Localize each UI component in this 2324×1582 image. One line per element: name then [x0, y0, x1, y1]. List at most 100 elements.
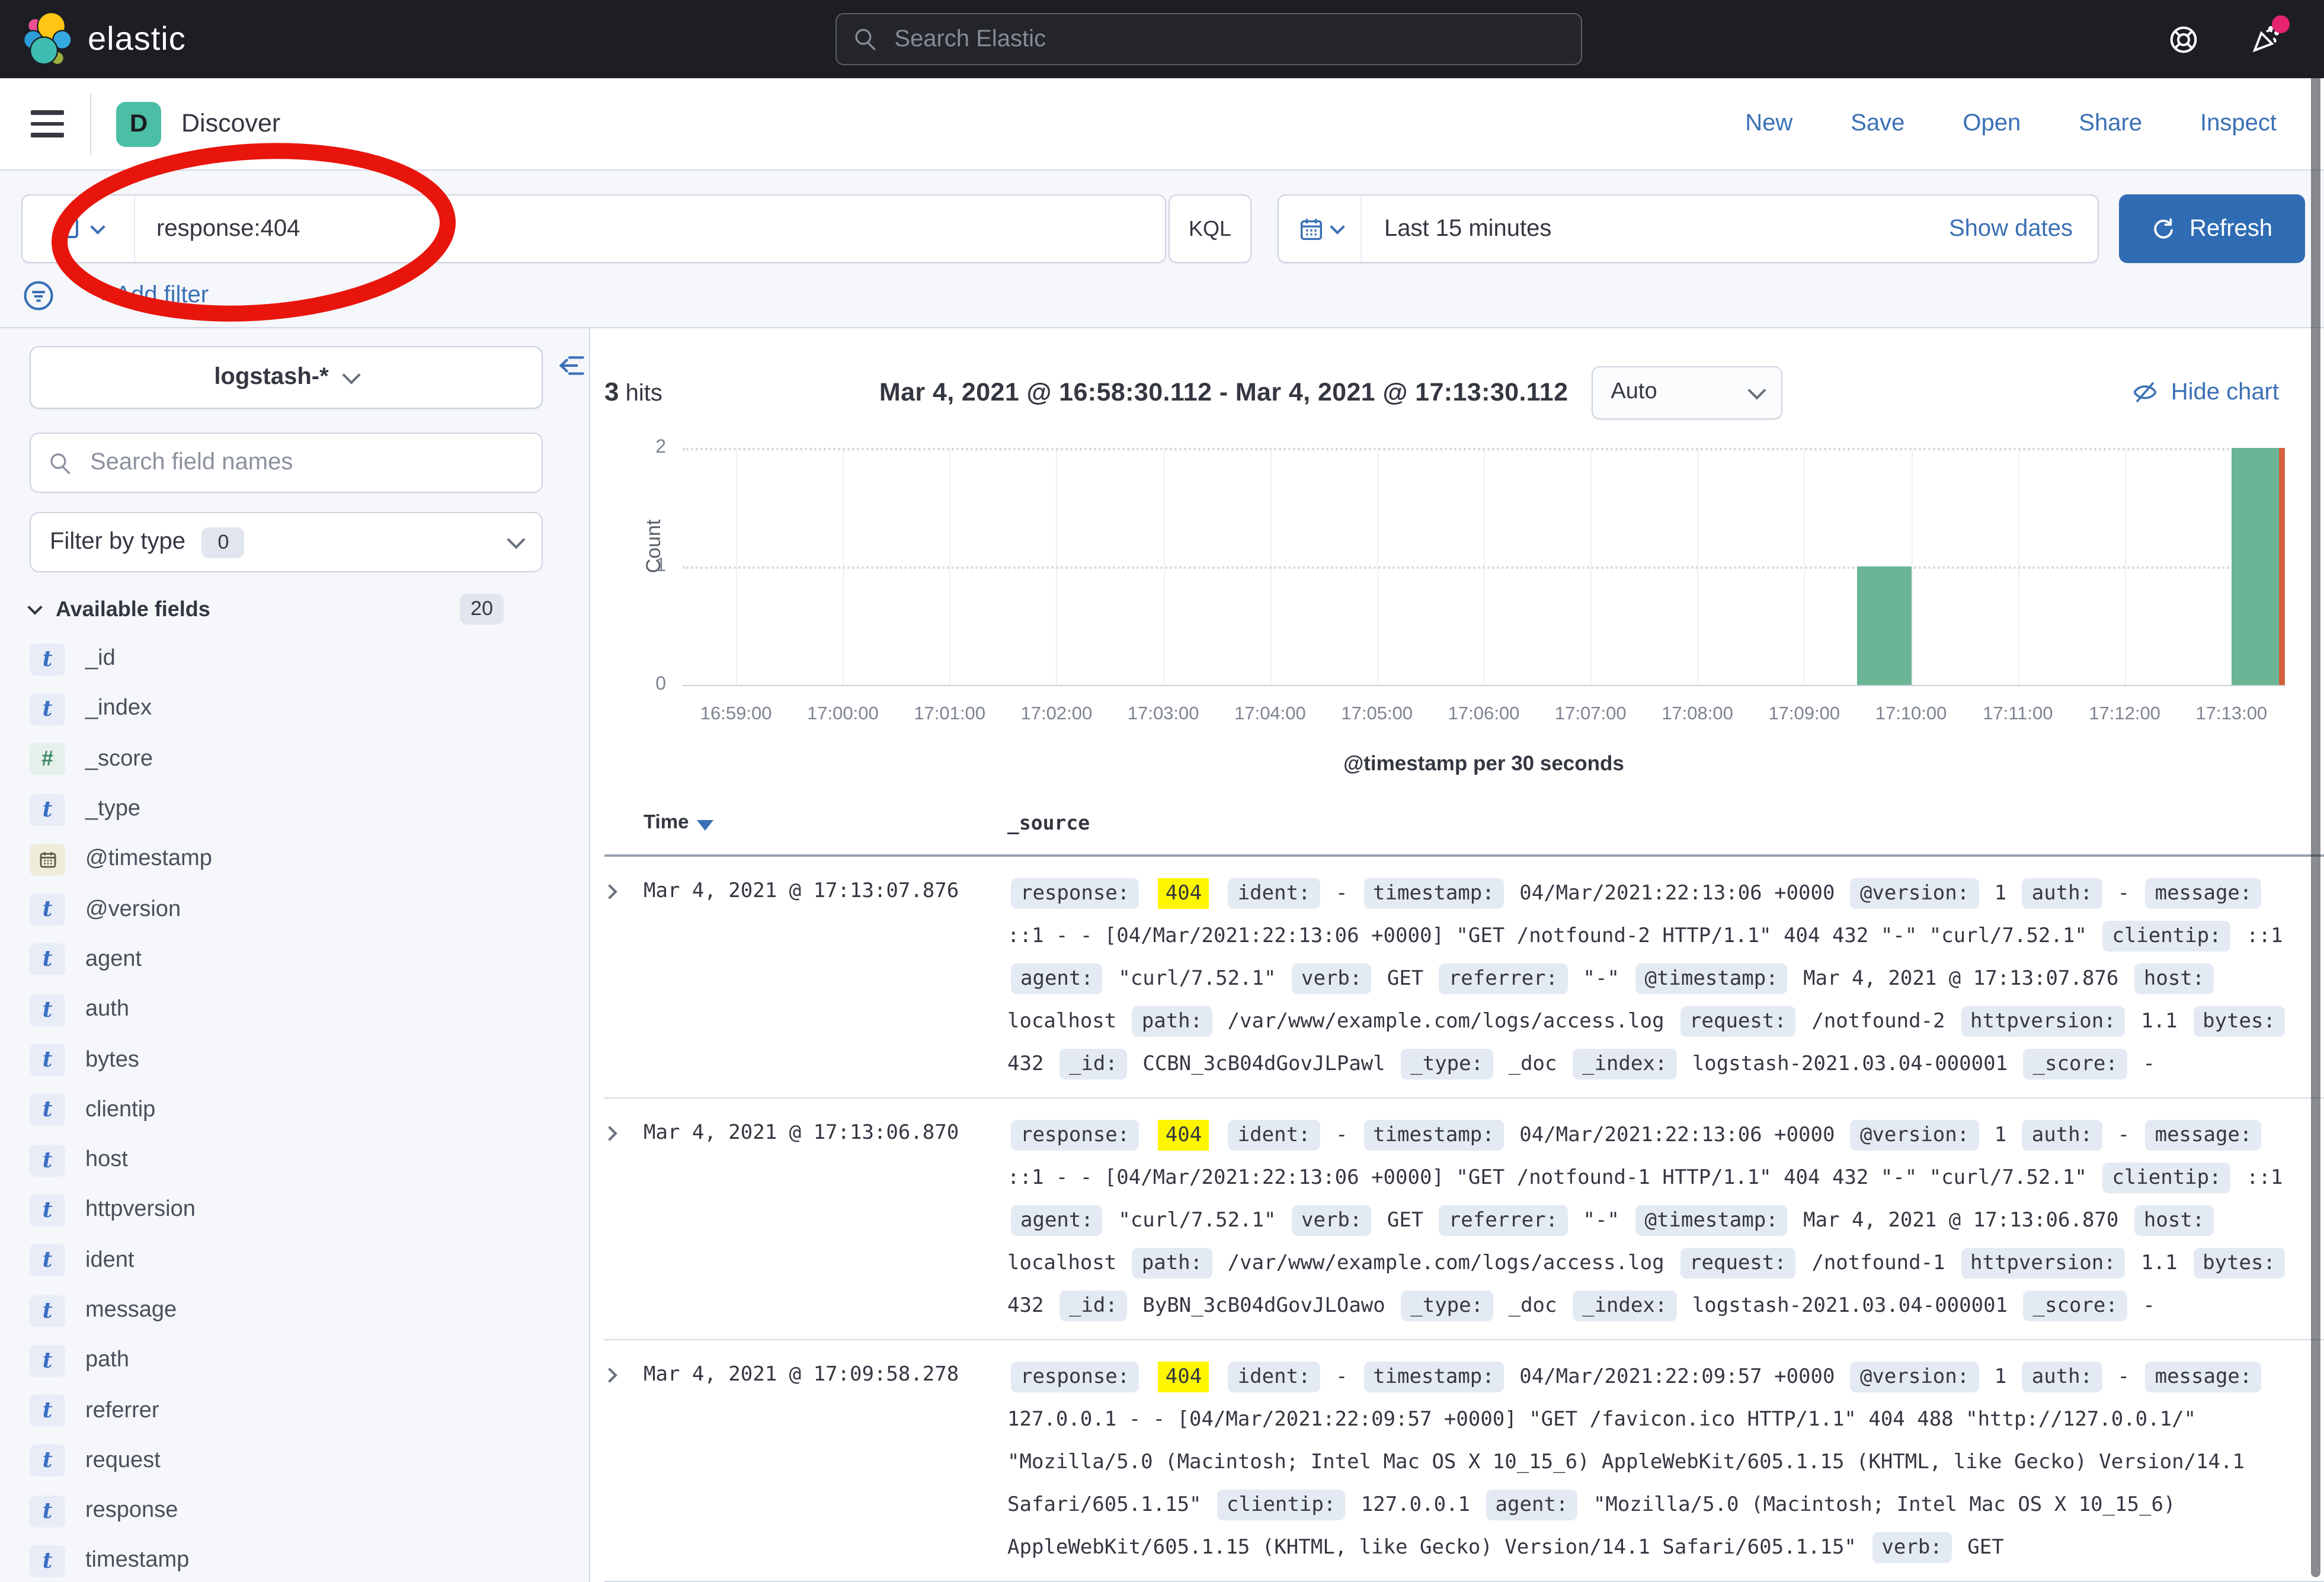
- field-item-response[interactable]: tresponse: [30, 1486, 589, 1536]
- field-item-clientip[interactable]: tclientip: [30, 1085, 589, 1135]
- text-field-icon: t: [30, 1545, 65, 1577]
- field-search-input[interactable]: [88, 448, 524, 478]
- field-item-auth[interactable]: tauth: [30, 985, 589, 1035]
- results-toolbar: 3 hits Mar 4, 2021 @ 16:58:30.112 - Mar …: [604, 359, 2324, 425]
- global-search-box[interactable]: [836, 13, 1582, 65]
- filter-by-type-select[interactable]: Filter by type 0: [30, 512, 543, 572]
- field-item-agent[interactable]: tagent: [30, 935, 589, 985]
- expand-row-icon[interactable]: [604, 1114, 644, 1327]
- field-value: 127.0.0.1: [1361, 1493, 1470, 1517]
- field-value: 1: [1995, 882, 2007, 905]
- field-item-score[interactable]: #_score: [30, 734, 589, 784]
- global-search-input[interactable]: [892, 24, 1564, 54]
- field-value: -: [1336, 882, 1348, 905]
- nav-link-save[interactable]: Save: [1851, 110, 1904, 137]
- x-tick-label: 17:02:00: [1021, 704, 1093, 725]
- newsfeed-icon[interactable]: [2249, 23, 2281, 55]
- available-fields-header[interactable]: Available fields 20: [30, 594, 551, 625]
- field-badge: httpversion:: [1961, 1248, 2125, 1279]
- help-icon[interactable]: [2168, 23, 2200, 55]
- field-value: "-": [1583, 967, 1619, 991]
- interval-chevron-icon: [1748, 380, 1766, 399]
- field-value: -: [1336, 1123, 1348, 1147]
- nav-link-share[interactable]: Share: [2079, 110, 2142, 137]
- field-item-index[interactable]: t_index: [30, 684, 589, 735]
- field-value: 04/Mar/2021:22:09:57 +0000: [1519, 1365, 1835, 1389]
- hide-chart-link[interactable]: Hide chart: [2131, 378, 2279, 406]
- interval-select[interactable]: Auto: [1592, 366, 1782, 419]
- x-tick-label: 16:59:00: [700, 704, 772, 725]
- field-badge: @timestamp:: [1635, 963, 1787, 994]
- index-pattern-select[interactable]: logstash-*: [30, 346, 543, 409]
- field-value: /notfound-1: [1811, 1251, 1945, 1275]
- filter-options-icon[interactable]: [21, 278, 56, 313]
- column-header-time[interactable]: Time: [644, 812, 713, 834]
- field-name: @timestamp: [85, 847, 212, 873]
- row-time: Mar 4, 2021 @ 17:13:07.876: [644, 872, 1007, 1085]
- results-panel: 3 hits Mar 4, 2021 @ 16:58:30.112 - Mar …: [590, 328, 2324, 1582]
- x-tick-label: 17:00:00: [807, 704, 879, 725]
- text-field-icon: t: [30, 793, 65, 825]
- time-range-value[interactable]: Last 15 minutes: [1362, 215, 1949, 242]
- text-field-icon: t: [30, 1244, 65, 1276]
- hits-count: 3 hits: [604, 377, 662, 408]
- calendar-chevron-icon: [1329, 219, 1344, 233]
- histogram-bar[interactable]: [1858, 566, 1911, 685]
- field-badge: _id:: [1059, 1290, 1127, 1321]
- field-item-referrer[interactable]: treferrer: [30, 1386, 589, 1436]
- window-scrollbar[interactable]: [2311, 5, 2320, 1577]
- nav-link-inspect[interactable]: Inspect: [2200, 110, 2277, 137]
- refresh-button[interactable]: Refresh: [2119, 194, 2305, 263]
- sort-desc-icon: [697, 819, 713, 830]
- field-value: ByBN_3cB04dGovJLOawo: [1142, 1294, 1385, 1318]
- histogram-bar[interactable]: [2232, 448, 2285, 685]
- field-name: _type: [85, 796, 140, 822]
- field-value: -: [2118, 882, 2130, 905]
- saved-query-menu-button[interactable]: [23, 196, 135, 262]
- calendar-menu-button[interactable]: [1279, 196, 1362, 262]
- field-value: localhost: [1007, 1010, 1116, 1033]
- query-input[interactable]: [135, 215, 1165, 242]
- field-item-request[interactable]: trequest: [30, 1436, 589, 1487]
- field-badge: clientip:: [1217, 1490, 1345, 1520]
- nav-link-new[interactable]: New: [1745, 110, 1792, 137]
- kql-button[interactable]: KQL: [1169, 194, 1251, 263]
- field-value: 1.1: [2141, 1010, 2177, 1033]
- row-source: response: 404 ident: - timestamp: 04/Mar…: [1007, 1356, 2324, 1569]
- field-search-box[interactable]: [30, 433, 543, 493]
- discover-app-icon: D: [116, 101, 161, 146]
- field-item-message[interactable]: tmessage: [30, 1286, 589, 1336]
- add-filter-link[interactable]: + Add filter: [96, 282, 209, 309]
- field-name: httpversion: [85, 1197, 196, 1224]
- histogram-chart[interactable]: Count @timestamp per 30 seconds 16:59:00…: [604, 433, 2324, 790]
- field-item-version[interactable]: t@version: [30, 885, 589, 935]
- field-item-path[interactable]: tpath: [30, 1336, 589, 1386]
- field-item-bytes[interactable]: tbytes: [30, 1035, 589, 1085]
- field-item-id[interactable]: t_id: [30, 634, 589, 684]
- field-item-ident[interactable]: tident: [30, 1235, 589, 1286]
- show-dates-link[interactable]: Show dates: [1949, 215, 2098, 242]
- expand-row-icon[interactable]: [604, 872, 644, 1085]
- field-badge: _type:: [1401, 1290, 1493, 1321]
- elastic-logo[interactable]: elastic: [21, 11, 186, 68]
- field-value: Mar 4, 2021 @ 17:13:06.870: [1803, 1209, 2118, 1232]
- field-badge: bytes:: [2193, 1006, 2285, 1037]
- field-item-timestamp[interactable]: @timestamp: [30, 834, 589, 885]
- expand-row-icon[interactable]: [604, 1356, 644, 1569]
- field-item-httpversion[interactable]: t httpversion: [30, 1186, 589, 1236]
- chart-plot-area: @timestamp per 30 seconds 16:59:0017:00:…: [683, 448, 2285, 686]
- nav-link-open[interactable]: Open: [1963, 110, 2021, 137]
- field-name: ident: [85, 1247, 134, 1273]
- index-pattern-label: logstash-*: [214, 364, 328, 391]
- field-item-type[interactable]: t _type: [30, 784, 589, 835]
- field-value: "curl/7.52.1": [1118, 967, 1276, 991]
- menu-icon[interactable]: [31, 111, 64, 137]
- table-row: Mar 4, 2021 @ 17:13:07.876response: 404 …: [604, 857, 2324, 1099]
- text-field-icon: t: [30, 1194, 65, 1226]
- field-badge: referrer:: [1439, 1205, 1567, 1236]
- x-tick-label: 17:06:00: [1448, 704, 1520, 725]
- field-value: logstash-2021.03.04-000001: [1692, 1052, 2008, 1076]
- field-item-timestamp[interactable]: ttimestamp: [30, 1536, 589, 1582]
- collapse-sidebar-icon[interactable]: [557, 351, 587, 380]
- field-item-host[interactable]: thost: [30, 1135, 589, 1186]
